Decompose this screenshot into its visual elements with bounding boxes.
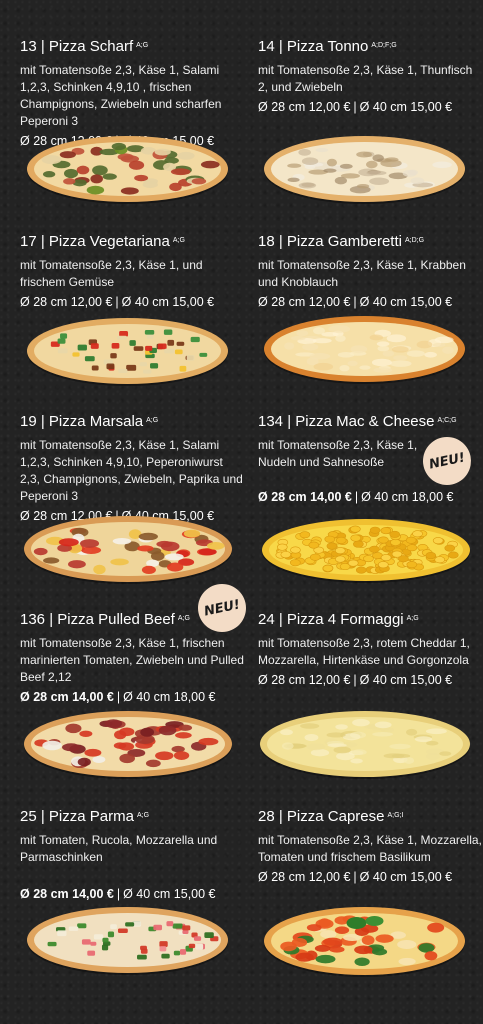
pizza-description: mit Tomatensoße 2,3, Käse 1, frischen ma…: [20, 636, 244, 684]
pizza-image: [260, 711, 470, 779]
pizza-image: [27, 318, 228, 386]
pizza-description: mit Tomatensoße 2,3, Käse 1, und frische…: [20, 258, 203, 289]
pizza-price: Ø 28 cm 14,00 € | Ø 40 cm 18,00 €: [258, 490, 454, 504]
pizza-description: mit Tomatensoße 2,3, rotem Cheddar 1, Mo…: [258, 636, 470, 667]
pizza-image: [27, 907, 228, 975]
pizza-item-25: 25 | Pizza Parma A;G mit Tomaten, Rucola,…: [20, 808, 245, 903]
pizza-item-14: 14 | Pizza Tonno A;D;F;G mit Tomatensoße …: [258, 38, 483, 116]
pizza-description: mit Tomatensoße 2,3, Käse 1, Thunfisch 2…: [258, 63, 473, 94]
pizza-image: [27, 136, 228, 204]
pizza-title: 14 | Pizza Tonno A;D;F;G: [258, 38, 397, 55]
pizza-item-17: 17 | Pizza Vegetariana A;G mit Tomatensoß…: [20, 233, 245, 311]
pizza-title: 25 | Pizza Parma A;G: [20, 808, 150, 825]
pizza-description: mit Tomatensoße 2,3, Käse 1, Nudeln und …: [258, 438, 418, 469]
pizza-item-18: 18 | Pizza Gamberetti A;D;G mit Tomatenso…: [258, 233, 483, 311]
pizza-description: mit Tomatensoße 2,3, Käse 1, Salami 1,2,…: [20, 63, 222, 128]
pizza-title: 19 | Pizza Marsala A;G: [20, 413, 159, 430]
pizza-price: Ø 28 cm 12,00 €|Ø 40 cm 15,00 €: [258, 870, 453, 884]
pizza-menu: 13 | Pizza Scharf A;G mit Tomatensoße 2,3…: [0, 0, 483, 1024]
pizza-image: [264, 316, 465, 384]
pizza-price: Ø 28 cm 12,00 €|Ø 40 cm 15,00 €: [258, 673, 453, 687]
pizza-price: Ø 28 cm 14,00 € | Ø 40 cm 18,00 €: [20, 690, 216, 704]
pizza-image: [24, 711, 232, 779]
pizza-description: mit Tomatensoße 2,3, Käse 1, Salami 1,2,…: [20, 438, 243, 503]
pizza-title: 24 | Pizza 4 Formaggi A;G: [258, 611, 419, 628]
pizza-item-28: 28 | Pizza Caprese A;G;I mit Tomatensoße …: [258, 808, 483, 886]
pizza-title: 17 | Pizza Vegetariana A;G: [20, 233, 185, 250]
pizza-price: Ø 28 cm 14,00 € | Ø 40 cm 15,00 €: [20, 887, 216, 901]
pizza-price: Ø 28 cm 12,00 €|Ø 40 cm 15,00 €: [258, 100, 453, 114]
pizza-title: 28 | Pizza Caprese A;G;I: [258, 808, 404, 825]
pizza-image: [24, 516, 232, 584]
pizza-description: mit Tomatensoße 2,3, Käse 1, Mozzarella,…: [258, 833, 482, 864]
pizza-price: Ø 28 cm 12,00 €|Ø 40 cm 15,00 €: [258, 295, 453, 309]
pizza-image: [264, 136, 465, 204]
pizza-image: [262, 519, 470, 583]
pizza-title: 134 | Pizza Mac & Cheese A;C;G: [258, 413, 457, 430]
pizza-item-24: 24 | Pizza 4 Formaggi A;G mit Tomatensoße…: [258, 611, 483, 689]
pizza-price: Ø 28 cm 12,00 €|Ø 40 cm 15,00 €: [20, 295, 215, 309]
pizza-image: [264, 907, 465, 977]
pizza-title: 13 | Pizza Scharf A;G: [20, 38, 149, 55]
pizza-item-19: 19 | Pizza Marsala A;G mit Tomatensoße 2,…: [20, 413, 245, 525]
pizza-description: mit Tomatensoße 2,3, Käse 1, Krabben und…: [258, 258, 466, 289]
pizza-title: 18 | Pizza Gamberetti A;D;G: [258, 233, 425, 250]
pizza-description: mit Tomaten, Rucola, Mozzarella und Parm…: [20, 833, 218, 864]
